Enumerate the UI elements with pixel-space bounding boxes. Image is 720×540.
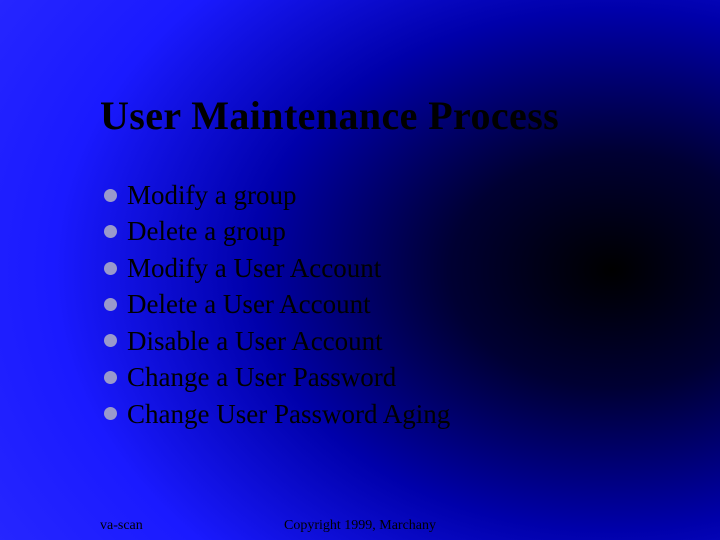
bullet-list: Modify a group Delete a group Modify a U… — [104, 177, 680, 432]
bullet-icon — [104, 334, 117, 347]
footer-left: va-scan — [100, 518, 143, 534]
bullet-icon — [104, 189, 117, 202]
bullet-text: Change a User Password — [127, 359, 396, 395]
bullet-icon — [104, 262, 117, 275]
bullet-icon — [104, 298, 117, 311]
list-item: Delete a User Account — [104, 286, 680, 322]
bullet-icon — [104, 407, 117, 420]
bullet-text: Disable a User Account — [127, 323, 383, 359]
bullet-text: Delete a group — [127, 213, 286, 249]
list-item: Modify a User Account — [104, 250, 680, 286]
bullet-text: Modify a group — [127, 177, 296, 213]
slide-title: User Maintenance Process — [100, 92, 680, 139]
slide: User Maintenance Process Modify a group … — [0, 0, 720, 540]
list-item: Delete a group — [104, 213, 680, 249]
bullet-icon — [104, 371, 117, 384]
footer-center: Copyright 1999, Marchany — [284, 518, 436, 534]
bullet-text: Delete a User Account — [127, 286, 371, 322]
list-item: Disable a User Account — [104, 323, 680, 359]
bullet-text: Change User Password Aging — [127, 396, 450, 432]
list-item: Change User Password Aging — [104, 396, 680, 432]
list-item: Change a User Password — [104, 359, 680, 395]
bullet-icon — [104, 225, 117, 238]
list-item: Modify a group — [104, 177, 680, 213]
bullet-text: Modify a User Account — [127, 250, 381, 286]
